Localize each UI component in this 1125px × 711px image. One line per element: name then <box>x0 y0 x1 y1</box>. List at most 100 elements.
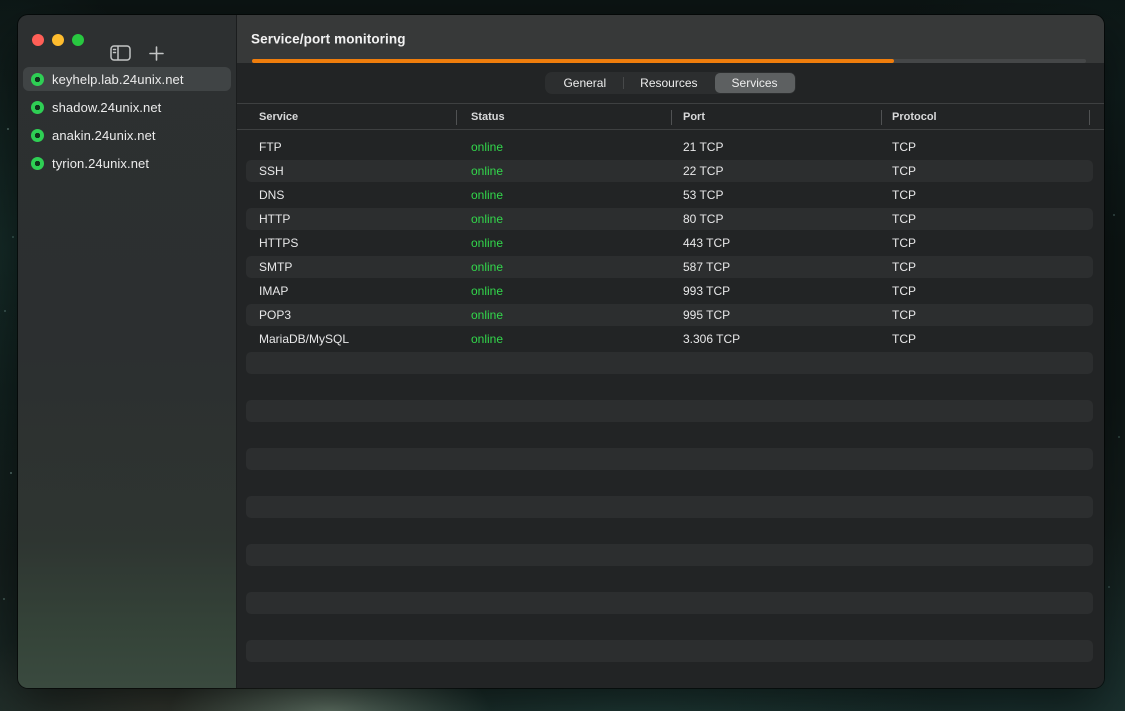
tab-row: GeneralResourcesServices <box>237 63 1104 103</box>
cell-port: 22 TCP <box>671 164 881 178</box>
cell-status: online <box>456 212 671 226</box>
tab-resources[interactable]: Resources <box>623 73 714 93</box>
cell-service: IMAP <box>237 284 456 298</box>
table-row[interactable]: SSHonline22 TCPTCP <box>237 159 1104 183</box>
sidebar-item-server[interactable]: shadow.24unix.net <box>23 95 231 119</box>
add-server-button[interactable] <box>149 46 164 61</box>
table-row-empty <box>237 567 1104 591</box>
tab-general[interactable]: General <box>546 73 623 93</box>
table-row-empty <box>237 447 1104 471</box>
column-header-status[interactable]: Status <box>456 111 671 123</box>
cell-service: SMTP <box>237 260 456 274</box>
table-row-empty <box>237 399 1104 423</box>
app-window: keyhelp.lab.24unix.net shadow.24unix.net a… <box>18 15 1104 688</box>
row-stripe <box>246 352 1093 374</box>
cell-status: online <box>456 188 671 202</box>
cell-status: online <box>456 332 671 346</box>
tab-segmented-control: GeneralResourcesServices <box>545 72 795 94</box>
cell-protocol: TCP <box>881 188 1089 202</box>
titlebar: Service/port monitoring <box>237 15 1104 63</box>
column-divider <box>1089 110 1090 125</box>
cell-status: online <box>456 236 671 250</box>
traffic-lights <box>18 15 236 46</box>
table-row[interactable]: HTTPSonline443 TCPTCP <box>237 231 1104 255</box>
cell-status: online <box>456 164 671 178</box>
row-stripe <box>246 640 1093 662</box>
server-online-icon <box>31 157 44 170</box>
cell-protocol: TCP <box>881 236 1089 250</box>
wallpaper-specks <box>0 0 2 2</box>
table-row-empty <box>237 615 1104 639</box>
cell-protocol: TCP <box>881 164 1089 178</box>
cell-port: 995 TCP <box>671 308 881 322</box>
cell-service: DNS <box>237 188 456 202</box>
server-online-icon <box>31 73 44 86</box>
zoom-button[interactable] <box>72 34 84 46</box>
column-divider <box>671 110 672 125</box>
cell-status: online <box>456 308 671 322</box>
table-row[interactable]: POP3online995 TCPTCP <box>237 303 1104 327</box>
server-label: anakin.24unix.net <box>52 128 156 143</box>
table-row-empty <box>237 663 1104 687</box>
row-stripe <box>246 400 1093 422</box>
table-row-empty <box>237 591 1104 615</box>
progress-fill <box>252 59 894 63</box>
row-stripe <box>246 448 1093 470</box>
cell-protocol: TCP <box>881 140 1089 154</box>
server-online-icon <box>31 129 44 142</box>
column-header-service[interactable]: Service <box>237 111 456 123</box>
cell-service: SSH <box>237 164 456 178</box>
minimize-button[interactable] <box>52 34 64 46</box>
sidebar-toolbar <box>110 45 164 61</box>
table-row[interactable]: DNSonline53 TCPTCP <box>237 183 1104 207</box>
table-row-empty <box>237 495 1104 519</box>
row-stripe <box>246 592 1093 614</box>
sidebar-item-server[interactable]: keyhelp.lab.24unix.net <box>23 67 231 91</box>
cell-protocol: TCP <box>881 332 1089 346</box>
cell-service: FTP <box>237 140 456 154</box>
tab-services[interactable]: Services <box>715 73 795 93</box>
table-row-empty <box>237 423 1104 447</box>
cell-protocol: TCP <box>881 212 1089 226</box>
cell-status: online <box>456 260 671 274</box>
cell-service: HTTP <box>237 212 456 226</box>
table-row[interactable]: FTPonline21 TCPTCP <box>237 135 1104 159</box>
table-row-empty <box>237 543 1104 567</box>
cell-port: 587 TCP <box>671 260 881 274</box>
table-row[interactable]: SMTPonline587 TCPTCP <box>237 255 1104 279</box>
cell-status: online <box>456 284 671 298</box>
cell-protocol: TCP <box>881 284 1089 298</box>
cell-service: MariaDB/MySQL <box>237 332 456 346</box>
close-button[interactable] <box>32 34 44 46</box>
table-row[interactable]: IMAPonline993 TCPTCP <box>237 279 1104 303</box>
sidebar-toggle-icon[interactable] <box>110 45 131 61</box>
table-header: ServiceStatusPortProtocol <box>237 103 1104 130</box>
cell-status: online <box>456 140 671 154</box>
table-row-empty <box>237 471 1104 495</box>
cell-port: 53 TCP <box>671 188 881 202</box>
cell-port: 80 TCP <box>671 212 881 226</box>
sidebar-item-server[interactable]: tyrion.24unix.net <box>23 151 231 175</box>
table-row[interactable]: MariaDB/MySQLonline3.306 TCPTCP <box>237 327 1104 351</box>
server-label: tyrion.24unix.net <box>52 156 149 171</box>
server-online-icon <box>31 101 44 114</box>
column-divider <box>456 110 457 125</box>
table-row-empty <box>237 375 1104 399</box>
page-title: Service/port monitoring <box>251 32 406 47</box>
table-row[interactable]: HTTPonline80 TCPTCP <box>237 207 1104 231</box>
table-row-empty <box>237 639 1104 663</box>
column-header-port[interactable]: Port <box>671 111 881 123</box>
cell-protocol: TCP <box>881 308 1089 322</box>
row-stripe <box>246 496 1093 518</box>
column-divider <box>881 110 882 125</box>
main-panel: Service/port monitoring GeneralResources… <box>237 15 1104 688</box>
column-header-protocol[interactable]: Protocol <box>881 111 1089 123</box>
monitoring-progress-bar <box>252 59 1086 63</box>
table-row-empty <box>237 351 1104 375</box>
server-label: keyhelp.lab.24unix.net <box>52 72 184 87</box>
cell-protocol: TCP <box>881 260 1089 274</box>
sidebar: keyhelp.lab.24unix.net shadow.24unix.net a… <box>18 15 237 688</box>
row-stripe <box>246 544 1093 566</box>
table-row-empty <box>237 519 1104 543</box>
sidebar-item-server[interactable]: anakin.24unix.net <box>23 123 231 147</box>
